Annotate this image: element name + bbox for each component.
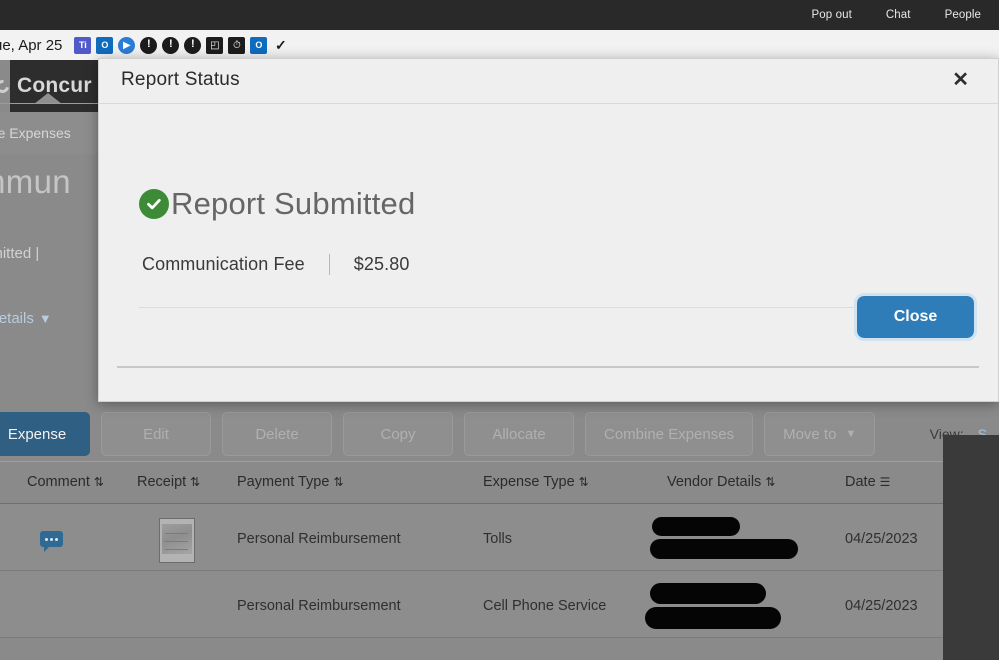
edit-label: Edit xyxy=(143,425,169,443)
sort-icon: ⇅ xyxy=(765,475,775,489)
table-row[interactable]: Personal Reimbursement Tolls 04/25/2023 xyxy=(0,504,999,571)
receipt-line xyxy=(165,541,188,542)
receipt-line xyxy=(165,533,188,534)
table-header-row: Comment ⇅ Receipt ⇅ Payment Type ⇅ Expense … xyxy=(0,462,999,504)
report-page-title: mmun xyxy=(0,163,71,200)
expense-name: Communication Fee xyxy=(142,254,305,274)
column-payment-type-label: Payment Type xyxy=(237,474,330,490)
cell-date: 04/25/2023 xyxy=(845,531,918,547)
delete-button[interactable]: Delete xyxy=(222,412,332,456)
outlook-icon[interactable]: O xyxy=(96,36,114,54)
combine-expenses-label: Combine Expenses xyxy=(604,425,735,443)
receipt-line xyxy=(165,549,188,550)
report-submitted-text: Report Submitted xyxy=(171,186,416,221)
column-receipt[interactable]: Receipt ⇅ xyxy=(137,474,200,490)
cell-payment-type: Personal Reimbursement xyxy=(237,531,401,547)
receipt-thumbnail[interactable] xyxy=(159,518,195,563)
redaction-mark xyxy=(645,607,781,629)
taskbar-clock: ue, Apr 25 xyxy=(0,36,63,54)
move-to-button[interactable]: Move to ▼ xyxy=(764,412,876,456)
expense-amount: $25.80 xyxy=(353,254,410,274)
add-expense-button[interactable]: Expense xyxy=(0,412,90,456)
cell-payment-type: Personal Reimbursement xyxy=(237,598,401,614)
copy-label: Copy xyxy=(380,425,416,443)
report-details-label: Details xyxy=(0,310,34,327)
copy-button[interactable]: Copy xyxy=(343,412,453,456)
clock-icon[interactable]: ⏱ xyxy=(228,36,246,54)
photos-icon[interactable]: ◰ xyxy=(206,36,224,54)
report-status-modal: Report Status ✕ Report Submitted Communi… xyxy=(98,58,999,402)
expense-summary: Communication Fee $25.80 xyxy=(142,254,409,275)
chevron-down-icon: ▼ xyxy=(845,428,857,440)
column-vendor-details-label: Vendor Details xyxy=(667,474,762,490)
alert-icon-2[interactable]: ! xyxy=(162,36,180,54)
column-receipt-label: Receipt xyxy=(137,474,187,490)
redaction-mark xyxy=(650,539,798,559)
redaction-mark xyxy=(650,583,766,604)
outlook-icon-2[interactable]: O xyxy=(250,36,268,54)
allocate-button[interactable]: Allocate xyxy=(464,412,574,456)
column-date[interactable]: Date ☰ xyxy=(845,474,891,490)
pop-out-button[interactable]: Pop out xyxy=(812,9,852,21)
people-button[interactable]: People xyxy=(945,9,981,21)
chevron-down-icon: ▼ xyxy=(38,311,52,326)
submission-status: Report Submitted xyxy=(139,186,415,222)
right-side-panel xyxy=(943,435,999,660)
expenses-table: Comment ⇅ Receipt ⇅ Payment Type ⇅ Expense … xyxy=(0,462,999,638)
windows-taskbar: ue, Apr 25 Ti O ▶ ! ! ! ◰ ⏱ O ✓ xyxy=(0,30,999,60)
sort-icon: ⇅ xyxy=(333,475,343,489)
sort-icon: ⇅ xyxy=(190,475,200,489)
filter-icon: ☰ xyxy=(879,475,891,489)
column-comment[interactable]: Comment ⇅ xyxy=(27,474,104,490)
sort-icon: ⇅ xyxy=(578,475,589,489)
column-expense-type[interactable]: Expense Type ⇅ xyxy=(483,474,589,490)
modal-title: Report Status xyxy=(121,69,240,90)
close-button[interactable]: Close xyxy=(854,293,977,341)
checkmark-icon[interactable]: ✓ xyxy=(272,37,289,54)
screenshot-root: Pop out Chat People ue, Apr 25 Ti O ▶ ! … xyxy=(0,0,999,660)
move-to-label: Move to xyxy=(783,425,837,443)
cell-expense-type: Cell Phone Service xyxy=(483,598,607,614)
report-status-text: bmitted | xyxy=(0,245,40,262)
modal-footer: Close xyxy=(99,293,998,354)
column-date-label: Date xyxy=(845,474,876,490)
success-check-icon xyxy=(139,189,169,219)
edit-button[interactable]: Edit xyxy=(101,412,211,456)
combine-expenses-button[interactable]: Combine Expenses xyxy=(585,412,754,456)
report-details-link[interactable]: Details ▼ xyxy=(0,310,52,327)
cell-date: 04/25/2023 xyxy=(845,598,918,614)
comment-icon[interactable] xyxy=(40,531,63,552)
redaction-mark xyxy=(652,517,740,536)
column-vendor-details[interactable]: Vendor Details ⇅ xyxy=(667,474,775,490)
chat-button[interactable]: Chat xyxy=(886,9,911,21)
teams-meeting-bar: Pop out Chat People xyxy=(0,0,999,30)
modal-header: Report Status ✕ xyxy=(99,59,998,104)
taskbar-tray-icons: Ti O ▶ ! ! ! ◰ ⏱ O ✓ xyxy=(74,36,289,54)
expense-toolbar: Expense Edit Delete Copy Allocate Combin… xyxy=(0,407,999,461)
allocate-label: Allocate xyxy=(492,425,546,443)
teams-icon[interactable]: Ti xyxy=(74,36,92,54)
delete-label: Delete xyxy=(255,425,299,443)
nav-item-manage-expenses[interactable]: age Expenses xyxy=(0,125,71,141)
close-icon[interactable]: ✕ xyxy=(947,67,974,93)
column-comment-label: Comment xyxy=(27,474,90,490)
modal-divider-strong xyxy=(117,366,979,368)
modal-body: Report Submitted Communication Fee $25.8… xyxy=(99,104,998,368)
sort-icon: ⇅ xyxy=(93,475,104,489)
media-player-icon[interactable]: ▶ xyxy=(118,36,136,54)
column-payment-type[interactable]: Payment Type ⇅ xyxy=(237,474,344,490)
summary-divider xyxy=(328,254,330,275)
cell-expense-type: Tolls xyxy=(483,531,513,547)
alert-icon-3[interactable]: ! xyxy=(184,36,202,54)
add-expense-label: Expense xyxy=(7,425,67,443)
alert-icon-1[interactable]: ! xyxy=(140,36,158,54)
table-row[interactable]: Personal Reimbursement Cell Phone Servic… xyxy=(0,571,999,638)
concur-logo-mark xyxy=(0,76,12,96)
column-expense-type-label: Expense Type xyxy=(483,474,575,490)
